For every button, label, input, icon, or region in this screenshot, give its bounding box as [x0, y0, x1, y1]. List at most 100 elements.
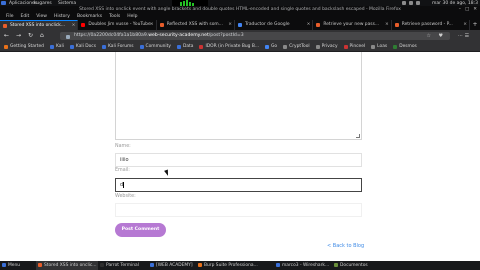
bookmark-item[interactable]: Privacy — [315, 44, 338, 49]
url-bar[interactable]: https://0a2200dc04fa1a1b80a9.web-securit… — [60, 32, 450, 40]
close-tab-icon[interactable]: × — [72, 21, 76, 30]
bookmark-item[interactable]: Kali — [49, 44, 64, 49]
menu-view[interactable]: View — [36, 14, 47, 19]
bookmark-star-icon[interactable]: ☆ ♥ — [426, 32, 446, 40]
bookmarks-toolbar: Getting Started Kali Kali Docs Kali Forums C… — [0, 42, 480, 52]
bookmark-item[interactable]: Kali Docs — [69, 44, 96, 49]
post-comment-button[interactable]: Post Comment — [115, 223, 166, 237]
taskbar-label: Burp Suite Professiona... — [204, 263, 258, 268]
bookmark-item[interactable]: Desmos — [393, 44, 417, 49]
taskbar: Menu Stored XSS into onclic... Parrot Term… — [0, 261, 480, 270]
lock-icon[interactable] — [66, 33, 70, 39]
system-menu[interactable]: Sistema — [58, 1, 76, 6]
places-menu[interactable]: Lugares — [34, 1, 52, 6]
close-tab-icon[interactable]: × — [150, 20, 154, 30]
taskbar-label: [WEB ACADEMY] — [156, 263, 193, 268]
browser-tab[interactable]: Stored XSS into onclick... × — [0, 20, 79, 30]
menu-help[interactable]: Help — [127, 14, 137, 19]
reload-button[interactable]: ↻ — [28, 32, 33, 40]
home-button[interactable]: ⌂ — [40, 32, 44, 40]
back-button[interactable]: ← — [4, 32, 9, 40]
resize-grip-icon[interactable] — [356, 134, 360, 138]
bookmark-favicon-icon — [139, 44, 144, 49]
comment-textarea[interactable] — [115, 52, 362, 140]
website-label: Website: — [115, 194, 136, 199]
browser-tab[interactable]: Traductor de Google × — [235, 20, 314, 30]
close-tab-icon[interactable]: × — [463, 20, 467, 30]
browser-tab[interactable]: Doubles Jim vusse - YouTube × — [78, 20, 157, 30]
forward-button[interactable]: → — [16, 32, 21, 40]
name-field[interactable]: iiiio — [115, 153, 362, 167]
taskbar-label: Documentos — [340, 263, 368, 268]
tab-favicon-icon — [81, 23, 86, 27]
taskbar-item[interactable]: Documentos — [332, 261, 382, 270]
page-content: Name: iiiio Email: d Website: Post Comme… — [0, 52, 480, 261]
applications-menu[interactable]: Aplicaciones — [9, 1, 37, 6]
bookmark-favicon-icon — [199, 44, 204, 49]
browser-tab[interactable]: Retrieve password - P... × — [392, 20, 471, 30]
bookmark-item[interactable]: Go — [265, 44, 277, 49]
back-to-blog-link[interactable]: < Back to Blog — [327, 243, 364, 249]
system-tray — [402, 1, 420, 5]
notification-icon[interactable] — [416, 1, 420, 5]
bookmark-item[interactable]: Community — [139, 44, 171, 49]
website-field[interactable] — [115, 203, 362, 217]
taskbar-app-icon — [2, 263, 6, 267]
taskbar-app-icon — [334, 263, 338, 267]
menu-file[interactable]: File — [6, 14, 14, 19]
taskbar-app-icon — [150, 263, 154, 267]
menu-history[interactable]: History — [54, 14, 70, 19]
new-tab-button[interactable]: + — [470, 20, 480, 30]
taskbar-item[interactable]: Stored XSS into onclic... — [36, 261, 98, 270]
taskbar-app-icon — [38, 263, 42, 267]
bookmark-favicon-icon — [371, 44, 376, 49]
network-icon[interactable] — [402, 1, 406, 5]
bookmark-label: Desmos — [399, 44, 417, 49]
bookmark-favicon-icon — [283, 44, 288, 49]
bookmark-item[interactable]: CryptTool — [283, 44, 310, 49]
bookmark-favicon-icon — [315, 44, 320, 49]
taskbar-app-icon — [198, 263, 202, 267]
name-label: Name: — [115, 144, 131, 149]
bookmark-item[interactable]: Getting Started — [4, 44, 44, 49]
browser-tab[interactable]: Reflected XSS with som... × — [157, 20, 236, 30]
minimize-button[interactable]: – — [459, 7, 461, 12]
taskbar-label: Parrot Terminal — [106, 263, 139, 268]
tab-favicon-icon — [394, 23, 399, 27]
bookmark-item[interactable]: Kali Forums — [102, 44, 134, 49]
close-window-button[interactable]: ✕ — [473, 7, 477, 12]
bookmark-item[interactable]: Pinceel — [343, 44, 366, 49]
volume-icon[interactable] — [409, 1, 413, 5]
taskbar-item[interactable]: Parrot Terminal — [98, 261, 148, 270]
bookmark-item[interactable]: Loas — [371, 44, 387, 49]
text-caret — [123, 181, 124, 188]
clock[interactable]: mar 30 de ago, 18:3 — [432, 1, 478, 6]
bookmark-label: Community — [145, 44, 171, 49]
close-tab-icon[interactable]: × — [385, 20, 389, 30]
bookmark-favicon-icon — [343, 44, 348, 49]
bookmark-label: Pinceel — [349, 44, 366, 49]
url-text[interactable]: https://0a2200dc04fa1a1b80a9.web-securit… — [74, 32, 244, 40]
menu-bookmarks[interactable]: Bookmarks — [77, 14, 102, 19]
menu-tools[interactable]: Tools — [109, 14, 120, 19]
taskbar-item[interactable]: [WEB ACADEMY] — [148, 261, 196, 270]
bookmark-label: Go — [271, 44, 278, 49]
kali-logo-icon[interactable] — [1, 1, 6, 5]
maximize-button[interactable]: □ — [465, 7, 469, 12]
extensions-menu-icon[interactable]: ⋯ ☰ — [458, 32, 469, 40]
taskbar-item[interactable]: Burp Suite Professiona... — [196, 261, 274, 270]
close-tab-icon[interactable]: × — [307, 20, 311, 30]
taskbar-item[interactable]: marco3 - Wireshark... — [274, 261, 332, 270]
email-field[interactable]: d — [115, 178, 362, 192]
tab-favicon-icon — [238, 23, 243, 27]
close-tab-icon[interactable]: × — [228, 20, 232, 30]
menu-edit[interactable]: Edit — [21, 14, 30, 19]
bookmark-label: Kali — [55, 44, 64, 49]
tab-label: Retrieve password - P... — [401, 22, 453, 27]
bookmark-item[interactable]: Data — [176, 44, 194, 49]
browser-tab[interactable]: Retrieve your new pass... × — [313, 20, 392, 30]
taskbar-app-icon — [276, 263, 280, 267]
bookmark-label: Data — [182, 44, 194, 49]
bookmark-item[interactable]: IDOR (in Private Bug B... — [199, 44, 259, 49]
taskbar-item[interactable]: Menu — [0, 261, 36, 270]
